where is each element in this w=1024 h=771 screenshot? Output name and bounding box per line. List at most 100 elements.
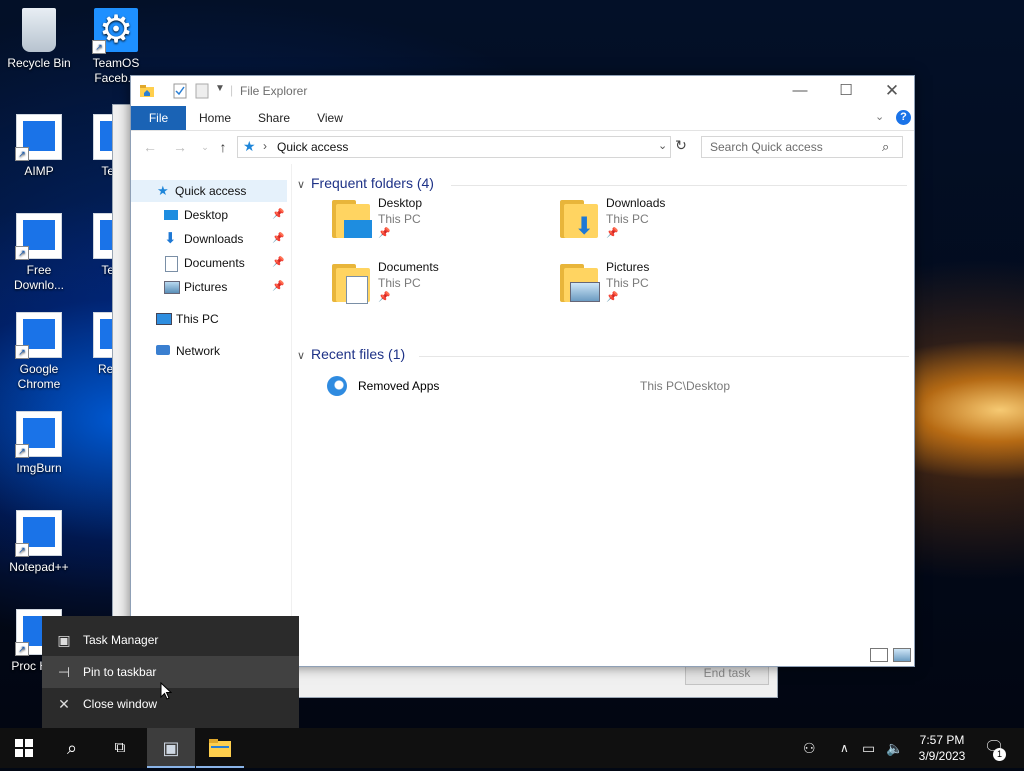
- minimize-button[interactable]: —: [777, 76, 823, 106]
- frequent-folders-header[interactable]: ∨ Frequent folders (4): [297, 175, 434, 191]
- large-icons-view-icon[interactable]: [893, 648, 911, 662]
- menu-item-task-manager[interactable]: ▣ Task Manager: [42, 624, 299, 656]
- download-arrow-icon: ⬇: [164, 230, 177, 247]
- nav-item-network[interactable]: Network: [131, 340, 287, 362]
- pin-icon[interactable]: 📌: [272, 204, 284, 226]
- internet-explorer-icon: [327, 376, 347, 396]
- group-header-label: Frequent folders (4): [311, 175, 434, 191]
- tab-view[interactable]: View: [309, 106, 351, 130]
- properties-icon[interactable]: [173, 83, 187, 99]
- recent-locations-icon[interactable]: ⌄: [197, 139, 213, 155]
- tab-share[interactable]: Share: [251, 106, 297, 130]
- folder-location: This PC: [378, 212, 421, 226]
- search-button[interactable]: ⌕: [48, 728, 96, 768]
- nav-item-quick-access[interactable]: ★ Quick access: [131, 180, 287, 202]
- search-icon: ⌕: [882, 139, 890, 154]
- folder-icon: [560, 264, 600, 302]
- desktop-icon-google-chrome[interactable]: ↗ Google Chrome: [1, 306, 77, 392]
- maximize-button[interactable]: ☐: [823, 76, 869, 106]
- shortcut-arrow-icon: ↗: [15, 345, 29, 359]
- folder-location: This PC: [378, 276, 421, 290]
- folder-icon: [332, 264, 372, 304]
- window-title: File Explorer: [240, 84, 308, 98]
- navigation-pane: ★ Quick access Desktop 📌 ⬇ Downloads 📌 D…: [131, 164, 292, 664]
- address-bar[interactable]: ★ › Quick access ⌄: [237, 136, 671, 158]
- pin-icon[interactable]: 📌: [272, 276, 284, 298]
- nav-label: Network: [176, 344, 221, 358]
- pin-icon: ⊣: [57, 664, 71, 680]
- address-dropdown-icon[interactable]: ⌄: [658, 139, 667, 152]
- desktop-icon-notepad-plus-plus[interactable]: ↗ Notepad++: [1, 504, 77, 575]
- desktop-icon-imgburn[interactable]: ↗ ImgBurn: [1, 405, 77, 476]
- shortcut-arrow-icon: ↗: [15, 444, 29, 458]
- volume-muted-icon[interactable]: 🔈: [886, 728, 903, 768]
- search-input[interactable]: Search Quick access: [710, 140, 823, 154]
- task-view-button[interactable]: ⧉: [96, 728, 144, 768]
- nav-item-downloads[interactable]: ⬇ Downloads 📌: [131, 228, 287, 250]
- breadcrumb-chevron-icon[interactable]: ›: [263, 139, 267, 153]
- folder-location: This PC: [606, 276, 649, 290]
- network-icon: [156, 345, 170, 355]
- clock-date: 3/9/2023: [918, 749, 966, 763]
- tab-file[interactable]: File: [131, 106, 186, 130]
- network-disconnected-icon[interactable]: ▭: [862, 728, 875, 768]
- document-icon: [165, 256, 178, 272]
- folder-tile-downloads[interactable]: ⬇ Downloads This PC 📌: [560, 196, 780, 256]
- expand-ribbon-icon[interactable]: ⌄: [875, 110, 884, 123]
- folder-tile-documents[interactable]: Documents This PC 📌: [332, 260, 552, 320]
- nav-item-pictures[interactable]: Pictures 📌: [131, 276, 287, 298]
- up-arrow-icon[interactable]: ↑: [215, 139, 231, 155]
- recent-file-path: This PC\Desktop: [640, 379, 731, 393]
- refresh-icon[interactable]: ↻: [673, 137, 689, 157]
- start-button[interactable]: [0, 728, 48, 768]
- nav-item-documents[interactable]: Documents 📌: [131, 252, 287, 274]
- folder-name: Documents: [378, 260, 439, 274]
- details-view-icon[interactable]: [870, 648, 888, 662]
- taskbar-file-explorer[interactable]: [196, 728, 244, 768]
- nav-label: Downloads: [184, 232, 244, 246]
- customize-quick-access-icon[interactable]: ▼: [215, 83, 225, 99]
- close-button[interactable]: ✕: [869, 76, 915, 106]
- folder-tile-desktop[interactable]: Desktop This PC 📌: [332, 196, 552, 256]
- task-manager-icon: ▣: [162, 738, 180, 758]
- folder-icon: [332, 200, 372, 238]
- nav-label: Desktop: [184, 208, 229, 222]
- recent-file-name: Removed Apps: [358, 379, 440, 393]
- search-box[interactable]: Search Quick access ⌕: [701, 136, 903, 158]
- desktop-icon-aimp[interactable]: ↗ AIMP: [1, 108, 77, 179]
- group-header-label: Recent files (1): [311, 346, 406, 362]
- menu-item-label: Close window: [83, 697, 158, 711]
- nav-item-desktop[interactable]: Desktop 📌: [131, 204, 287, 226]
- title-bar[interactable]: ▼ | File Explorer — ☐ ✕: [131, 76, 914, 106]
- close-icon: ✕: [58, 696, 70, 712]
- nav-label: Pictures: [184, 280, 228, 294]
- tab-home[interactable]: Home: [193, 106, 237, 130]
- recent-file-row[interactable]: Removed Apps This PC\Desktop: [321, 376, 881, 398]
- nav-item-this-pc[interactable]: This PC: [131, 308, 287, 330]
- show-hidden-icons-chevron[interactable]: ∧: [840, 728, 849, 768]
- desktop-icon-label: Google Chrome: [17, 362, 61, 391]
- pin-icon[interactable]: 📌: [272, 252, 284, 274]
- address-text: Quick access: [277, 140, 349, 154]
- recent-files-header[interactable]: ∨ Recent files (1): [297, 346, 405, 362]
- pin-icon[interactable]: 📌: [272, 228, 284, 250]
- desktop-icon-recycle-bin[interactable]: Recycle Bin: [1, 2, 77, 71]
- taskbar-task-manager[interactable]: ▣: [147, 728, 195, 768]
- new-folder-icon[interactable]: [195, 83, 209, 99]
- help-icon[interactable]: ?: [896, 110, 911, 125]
- desktop-icon-free-download[interactable]: ↗ Free Downlo...: [1, 207, 77, 293]
- people-icon[interactable]: ⚇: [803, 728, 816, 768]
- desktop-icon-label: AIMP: [24, 164, 54, 178]
- forward-arrow-icon[interactable]: →: [172, 139, 188, 155]
- task-view-icon: ⧉: [114, 739, 126, 756]
- app-window-icon: ↗: [15, 312, 62, 359]
- clock[interactable]: 7:57 PM 3/9/2023: [912, 732, 972, 764]
- gear-icon: ⚙ ↗: [92, 8, 138, 54]
- folder-tile-pictures[interactable]: Pictures This PC 📌: [560, 260, 780, 320]
- back-arrow-icon[interactable]: ←: [142, 139, 158, 155]
- desktop-icon-label: Recycle Bin: [7, 56, 71, 70]
- app-window-icon: ↗: [15, 114, 62, 161]
- file-explorer-window[interactable]: ▼ | File Explorer — ☐ ✕ File Home Share …: [130, 75, 915, 667]
- desktop-icon-teamos-facebook[interactable]: ⚙ ↗ TeamOS Faceb...: [78, 2, 154, 86]
- quick-access-star-icon: ★: [157, 183, 169, 198]
